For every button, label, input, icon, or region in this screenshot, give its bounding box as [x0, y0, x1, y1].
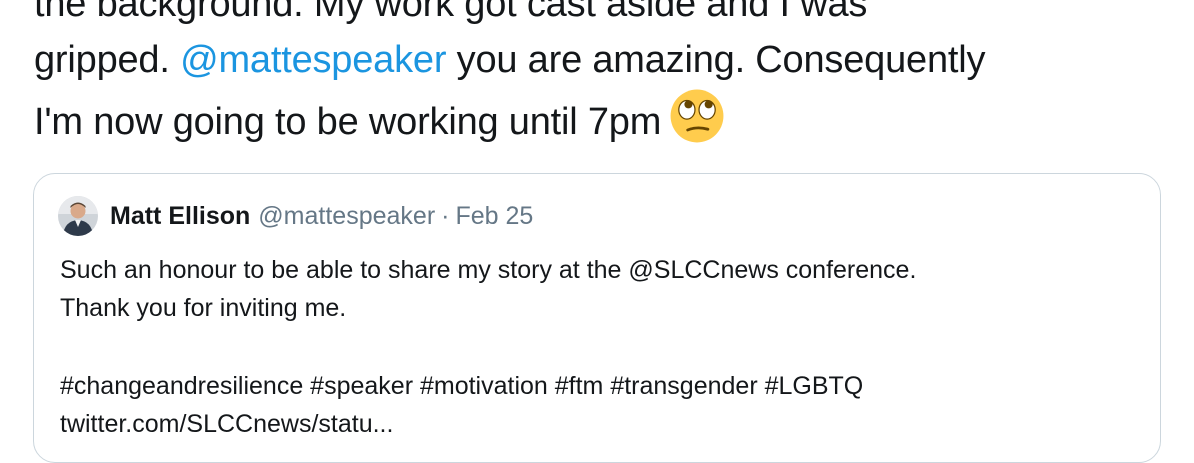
tweet-text-fragment: you are amazing. Consequently	[446, 39, 986, 81]
quoted-author-handle: @mattespeaker	[258, 201, 436, 230]
tweet-text: the background. My work got cast aside a…	[34, 0, 1184, 160]
tweet-text-line-3: I'm now going to be working until 7pm	[34, 88, 1184, 160]
tweet-text-fragment: gripped.	[34, 39, 181, 81]
tweet-text-line-1: the background. My work got cast aside a…	[34, 0, 868, 25]
separator-dot: ·	[441, 201, 450, 230]
mention-link[interactable]: @mattespeaker	[180, 39, 446, 81]
tweet-text-line-2: gripped. @mattespeaker you are amazing. …	[34, 32, 1184, 88]
quoted-tweet-date[interactable]: Feb 25	[455, 202, 533, 231]
avatar[interactable]	[58, 196, 98, 236]
quoted-text-line-2: Thank you for inviting me.	[60, 294, 347, 322]
quoted-tweet-body: Such an honour to be able to share my st…	[60, 251, 1150, 443]
quoted-link[interactable]: twitter.com/SLCCnews/statu...	[60, 405, 1150, 443]
quoted-hashtags[interactable]: #changeandresilience #speaker #motivatio…	[60, 367, 1150, 405]
quoted-tweet-card[interactable]: Matt Ellison @mattespeaker · Feb 25 Such…	[33, 173, 1161, 463]
quoted-author-name[interactable]: Matt Ellison	[110, 202, 250, 231]
quoted-tweet-header: Matt Ellison @mattespeaker · Feb 25	[58, 196, 533, 236]
tweet-text-fragment: I'm now going to be working until 7pm	[34, 101, 662, 143]
rolling-eyes-emoji-icon	[669, 88, 725, 160]
quoted-text-line-1: Such an honour to be able to share my st…	[60, 256, 917, 284]
